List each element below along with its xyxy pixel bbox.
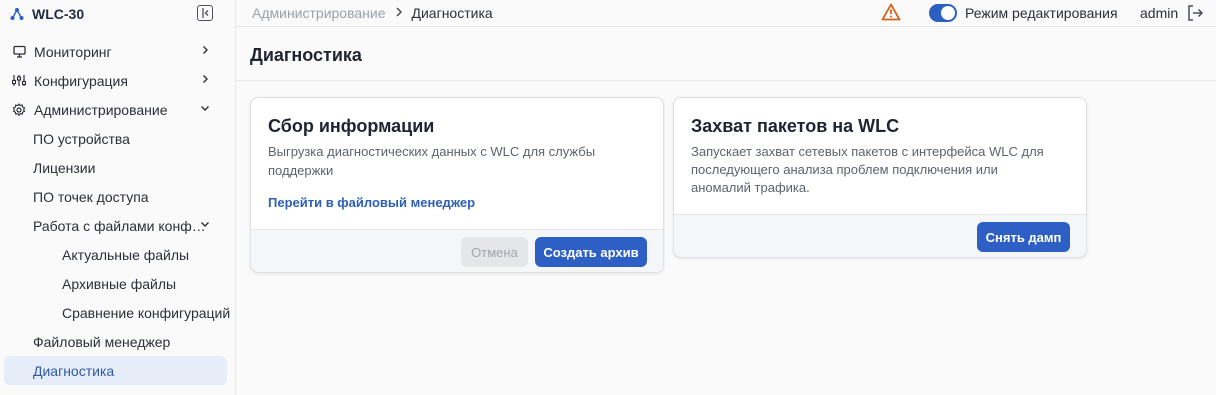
card-description-line: поддержки [268, 163, 334, 178]
chevron-right-icon [200, 74, 210, 84]
sidebar-item-current-files[interactable]: Актуальные файлы [0, 240, 236, 269]
chevron-down-icon [200, 219, 210, 229]
breadcrumb-parent[interactable]: Администрирование [252, 5, 386, 21]
warning-icon[interactable] [881, 3, 901, 21]
take-dump-button[interactable]: Снять дамп [977, 222, 1070, 252]
monitor-icon [12, 45, 26, 59]
gear-icon [12, 102, 26, 117]
sidebar-item-licenses[interactable]: Лицензии [0, 153, 236, 182]
card-title: Захват пакетов на WLC [691, 116, 900, 136]
chevron-down-icon [200, 103, 210, 113]
card-description-line: аномалий трафика. [691, 180, 810, 195]
sidebar-item-ap-software[interactable]: ПО точек доступа [0, 182, 236, 211]
chevron-right-icon [200, 45, 210, 55]
sidebar-item-label: Актуальные файлы [62, 246, 190, 263]
sidebar-item-label: Сравнение конфигураций [62, 304, 231, 321]
sidebar-item-label: Архивные файлы [62, 275, 177, 292]
sidebar-item-label: Файловый менеджер [33, 333, 171, 350]
card-description-line: Запускает захват сетевых пакетов с интер… [691, 144, 1044, 159]
sidebar-item-label: Диагностика [33, 362, 115, 379]
edit-mode-toggle[interactable] [929, 4, 957, 22]
card-title: Сбор информации [268, 116, 435, 136]
brand-name: WLC-30 [32, 5, 85, 22]
breadcrumb-separator-icon [395, 6, 403, 20]
sidebar-item-label: ПО устройства [33, 130, 130, 147]
logout-icon[interactable] [1186, 4, 1204, 22]
sidebar-item-config-files[interactable]: Работа с файлами конф… [0, 211, 236, 240]
create-archive-button[interactable]: Создать архив [535, 237, 647, 267]
network-icon [10, 7, 24, 21]
sidebar-item-label: Лицензии [33, 159, 96, 176]
cancel-button[interactable]: Отмена [461, 237, 528, 267]
sidebar-item-archive-files[interactable]: Архивные файлы [0, 269, 236, 298]
sidebar-item-label: Администрирование [34, 101, 168, 118]
collect-info-card: Сбор информации Выгрузка диагностических… [250, 97, 664, 273]
sidebar-item-administration[interactable]: Администрирование [0, 95, 236, 124]
sidebar-item-monitoring[interactable]: Мониторинг [0, 37, 236, 66]
card-footer: Отмена Создать архив [251, 229, 663, 272]
sliders-icon [12, 74, 26, 88]
user-name[interactable]: admin [1140, 5, 1178, 21]
breadcrumb: Администрирование Диагностика [252, 5, 493, 21]
sidebar-item-label: ПО точек доступа [33, 188, 149, 205]
page-header: Диагностика [236, 28, 1216, 81]
sidebar-item-config-compare[interactable]: Сравнение конфигураций [0, 298, 236, 327]
sidebar-item-device-software[interactable]: ПО устройства [0, 124, 236, 153]
sidebar-item-label: Работа с файлами конф… [33, 217, 206, 234]
brand[interactable]: WLC-30 [10, 0, 226, 27]
sidebar-nav: Мониторинг Конфигурация Администрировани… [0, 37, 236, 385]
sidebar-item-file-manager[interactable]: Файловый менеджер [0, 327, 236, 356]
breadcrumb-current: Диагностика [411, 5, 493, 21]
file-manager-link[interactable]: Перейти в файловый менеджер [268, 195, 475, 210]
packet-capture-card: Захват пакетов на WLC Запускает захват с… [673, 97, 1087, 258]
sidebar: WLC-30 Мониторинг Конфигурация Администр… [0, 0, 236, 395]
card-description-line: последующего анализа проблем подключения… [691, 162, 998, 177]
page-title: Диагностика [250, 45, 362, 65]
topbar: Администрирование Диагностика Режим реда… [236, 0, 1216, 27]
sidebar-item-label: Мониторинг [34, 43, 112, 60]
collapse-sidebar-icon[interactable] [197, 5, 213, 21]
card-description-line: Выгрузка диагностических данных с WLC дл… [268, 144, 596, 159]
sidebar-item-label: Конфигурация [34, 72, 128, 89]
sidebar-item-diagnostics[interactable]: Диагностика [4, 356, 227, 385]
edit-mode-label: Режим редактирования [965, 5, 1118, 21]
sidebar-item-configuration[interactable]: Конфигурация [0, 66, 236, 95]
card-footer: Снять дамп [674, 214, 1086, 257]
